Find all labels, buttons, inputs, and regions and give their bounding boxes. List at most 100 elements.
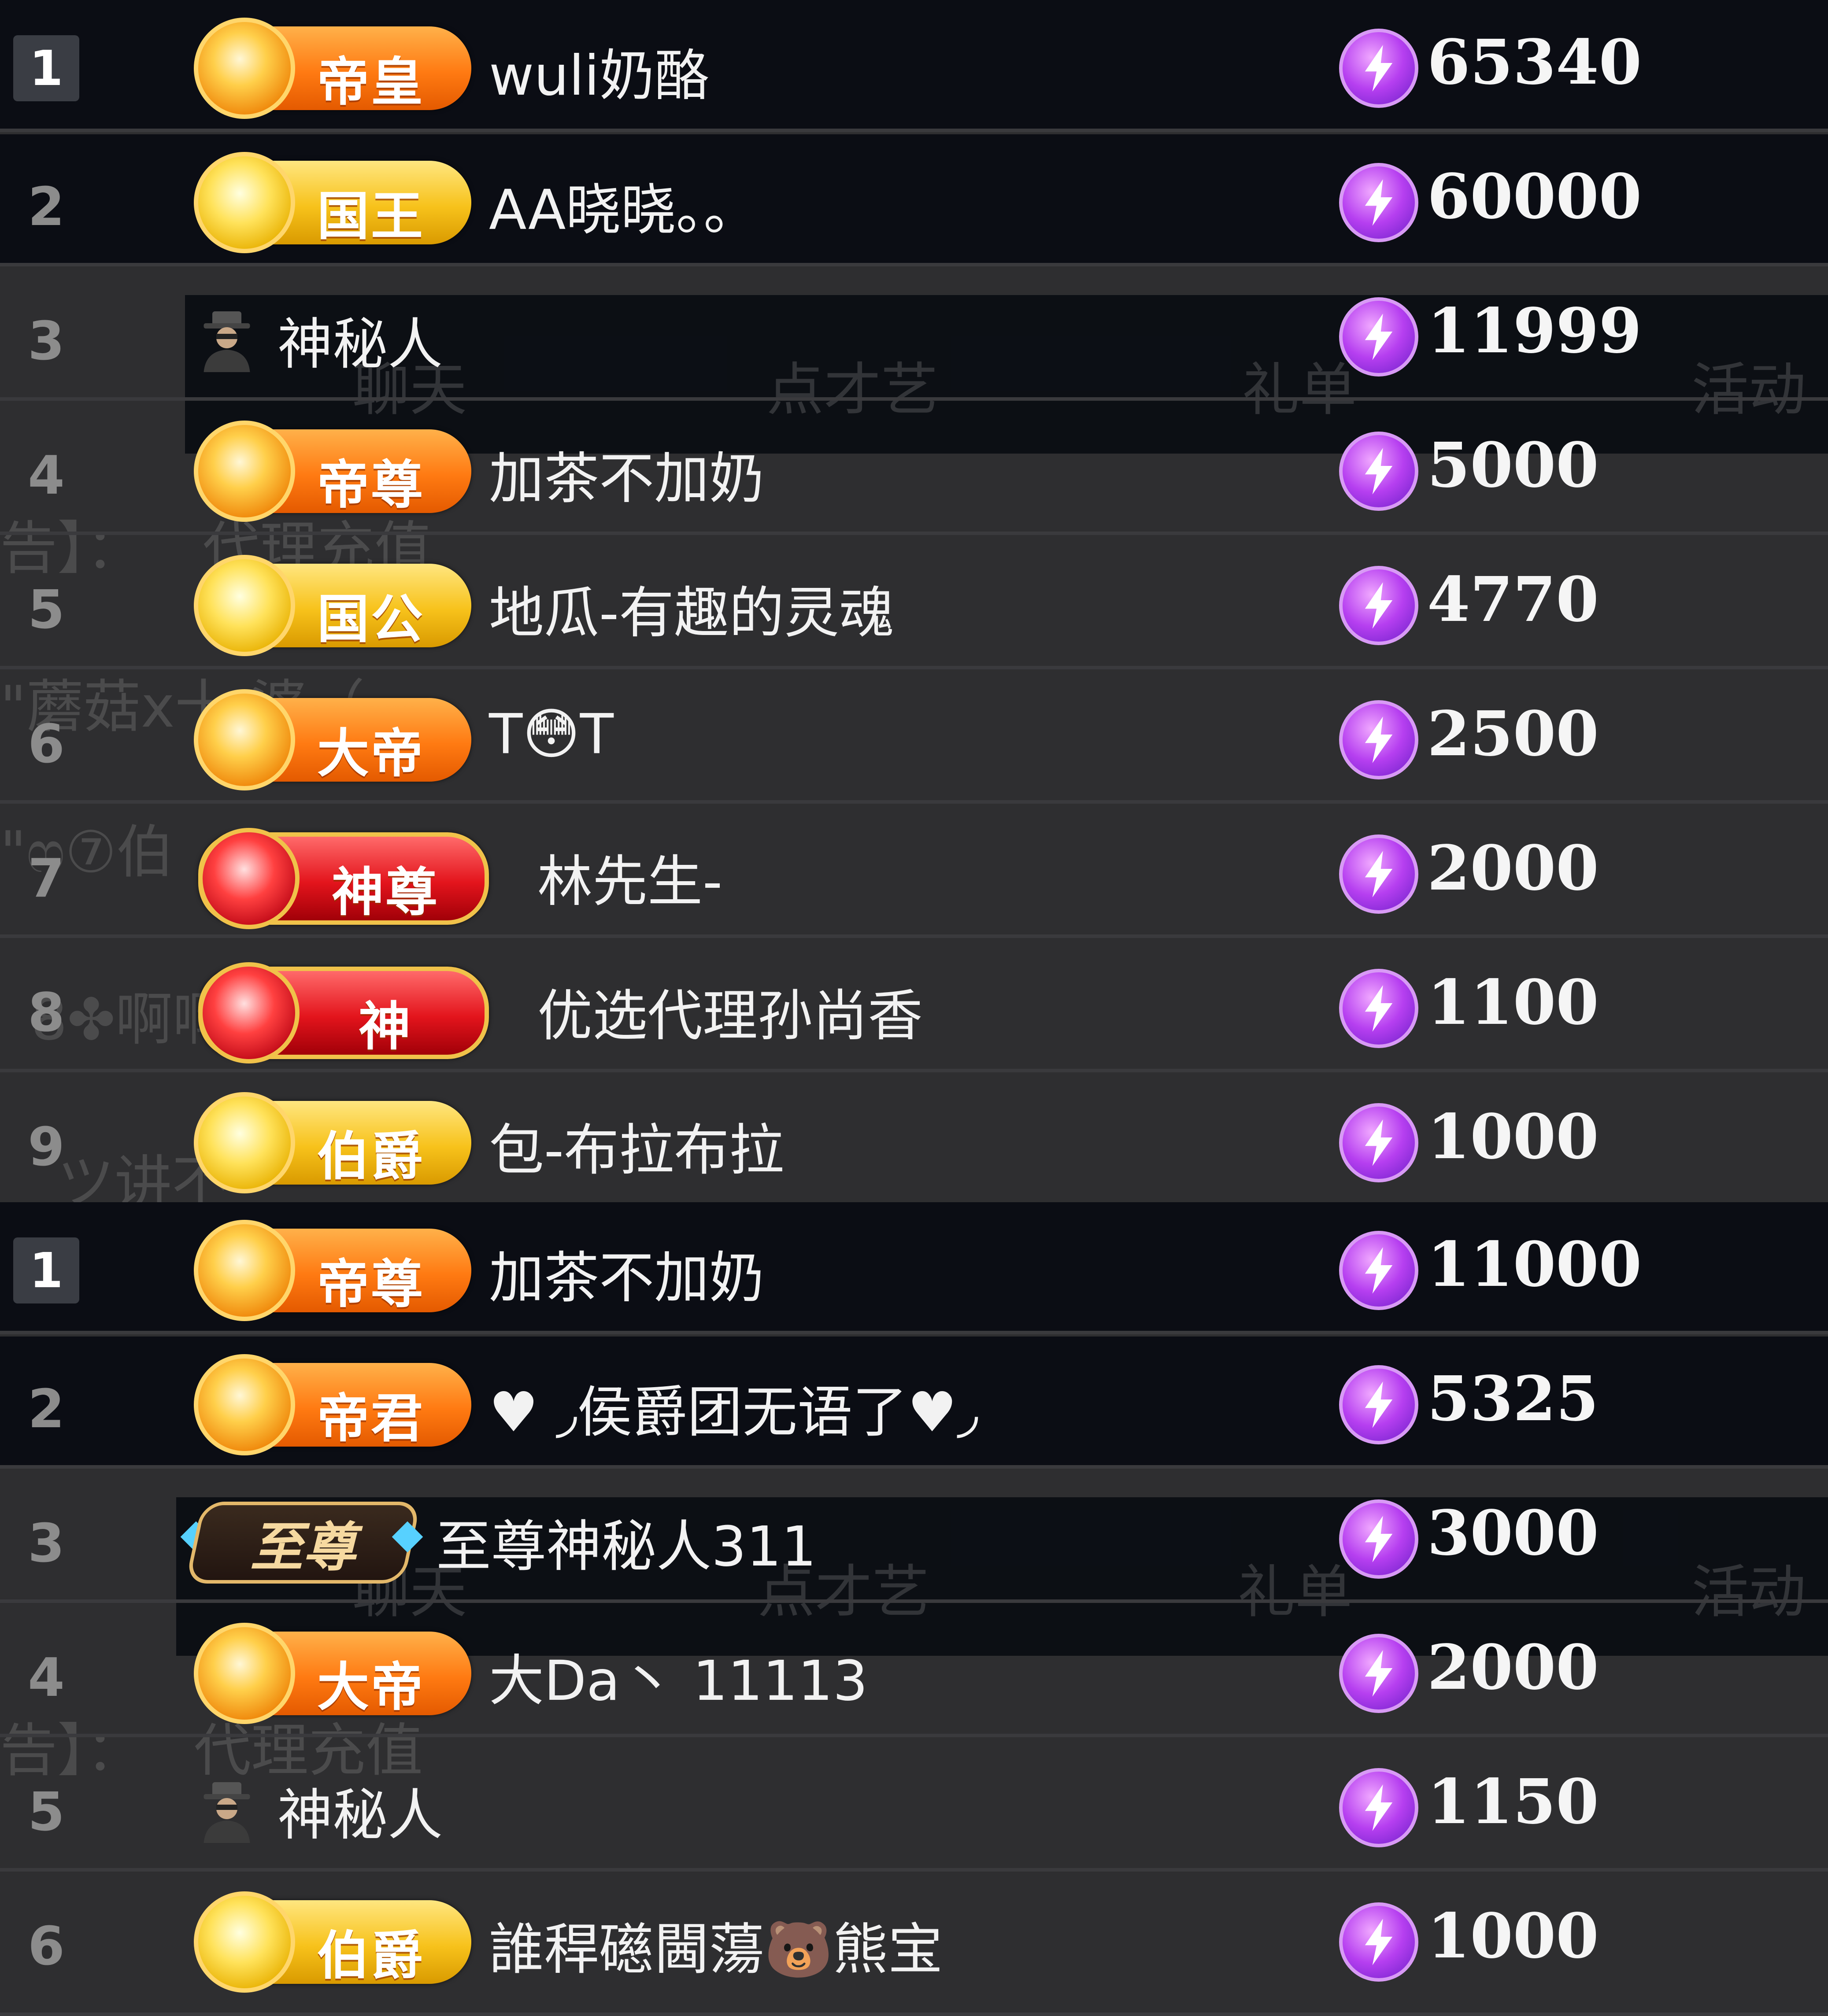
leaderboard-row[interactable]: 3 至尊 至尊神秘人311 3000 <box>0 1471 1828 1603</box>
user-name[interactable]: 神秘人 <box>278 299 443 379</box>
badge-crest-icon <box>194 1354 295 1455</box>
badge-crest-icon <box>194 555 295 656</box>
badge-crest-icon <box>198 828 300 929</box>
leaderboard-row[interactable]: 8 神 优选代理孙尚香 1100 <box>0 940 1828 1072</box>
score-value: 5000 <box>1427 429 1599 502</box>
score-value: 4770 <box>1427 564 1599 636</box>
badge-crest-icon <box>194 1623 295 1724</box>
leaderboard-row[interactable]: 9 伯爵 包-布拉布拉 1000 <box>0 1074 1828 1207</box>
leaderboard-row[interactable]: 1 帝皇 wuli奶酪 65340 <box>0 0 1828 132</box>
badge-crest-icon <box>194 18 295 119</box>
score-value: 2000 <box>1427 1632 1599 1704</box>
user-name[interactable]: 加茶不加奶 <box>489 1233 764 1313</box>
lightning-coin-icon <box>1339 1634 1418 1713</box>
rank-badge: 帝尊 <box>194 421 471 522</box>
rank-badge: 帝君 <box>194 1354 471 1455</box>
rank-badge: 伯爵 <box>194 1092 471 1193</box>
rank-badge: 伯爵 <box>194 1891 471 1993</box>
leaderboard-overlay: 聊天 点才艺 礼单 活动 告】： 代理充值 "蘑菇x十 婆（ "ෆ⑦伯 8✤啊啊… <box>0 0 1828 2016</box>
leaderboard-row[interactable]: 7 神尊 林先生- 2000 <box>0 806 1828 938</box>
user-name[interactable]: 誰稈礠閪蕩🐻熊宝 <box>489 1905 943 1984</box>
rank-number: 7 <box>28 848 65 909</box>
badge-label: 帝尊 <box>317 1254 425 1314</box>
badge-label: 大帝 <box>317 723 425 784</box>
badge-label: 国公 <box>317 589 425 650</box>
user-name[interactable]: 大Da丶 11113 <box>489 1636 868 1716</box>
leaderboard-row[interactable]: 2 国王 AA晓晓。。 60000 <box>0 134 1828 266</box>
leaderboard-row[interactable]: 4 帝尊 加茶不加奶 5000 <box>0 403 1828 535</box>
rank-number: 5 <box>28 579 65 641</box>
rank-badge: 国公 <box>194 555 471 656</box>
leaderboard-row[interactable]: 4 大帝 大Da丶 11113 2000 <box>0 1605 1828 1737</box>
lightning-coin-icon <box>1339 1365 1418 1444</box>
user-name[interactable]: AA晓晓。。 <box>489 165 759 245</box>
badge-crest-icon <box>194 421 295 522</box>
rank-number: 2 <box>28 1378 65 1440</box>
rank-number: 6 <box>28 1916 65 1977</box>
score-value: 1100 <box>1427 967 1599 1039</box>
user-name[interactable]: wuli奶酪 <box>489 31 710 111</box>
rank-badge: 大帝 <box>194 689 471 790</box>
rank-number: 5 <box>28 1781 65 1843</box>
lightning-coin-icon <box>1339 297 1418 377</box>
badge-label: 帝君 <box>317 1388 425 1449</box>
lightning-coin-icon <box>1339 1499 1418 1579</box>
badge-crest-icon <box>194 1220 295 1321</box>
leaderboard-row[interactable]: 1 帝尊 加茶不加奶 11000 <box>0 1202 1828 1334</box>
rank-badge: 神 <box>198 962 489 1063</box>
leaderboard-row[interactable]: 6 大帝 T😳T 2500 <box>0 672 1828 804</box>
score-value: 65340 <box>1427 26 1642 99</box>
user-name[interactable]: T😳T <box>489 702 614 766</box>
score-value: 11000 <box>1427 1229 1642 1301</box>
lightning-coin-icon <box>1339 969 1418 1048</box>
lightning-coin-icon <box>1339 1902 1418 1982</box>
rank-badge: 国王 <box>194 152 471 253</box>
rank-badge: 帝尊 <box>194 1220 471 1321</box>
leaderboard-row[interactable]: 3 神秘人 11999 <box>0 269 1828 401</box>
supreme-badge: 至尊 <box>185 1502 421 1584</box>
mystery-user-icon <box>194 1777 260 1843</box>
lightning-coin-icon <box>1339 1768 1418 1847</box>
user-name[interactable]: 神秘人 <box>278 1770 443 1850</box>
lightning-coin-icon <box>1339 163 1418 242</box>
badge-label: 神 <box>358 996 412 1057</box>
badge-label: 伯爵 <box>317 1925 425 1986</box>
user-name[interactable]: 优选代理孙尚香 <box>537 971 923 1051</box>
lightning-coin-icon <box>1339 566 1418 645</box>
score-value: 60000 <box>1427 161 1642 233</box>
badge-label: 国王 <box>317 186 425 247</box>
score-value: 1000 <box>1427 1101 1599 1173</box>
badge-label: 帝皇 <box>317 52 425 112</box>
badge-label: 伯爵 <box>317 1126 425 1187</box>
rank-badge: 神尊 <box>198 828 489 929</box>
badge-crest-icon <box>194 689 295 790</box>
user-name[interactable]: 至尊神秘人311 <box>436 1502 817 1581</box>
rank-number: 6 <box>28 713 65 775</box>
score-value: 3000 <box>1427 1497 1599 1569</box>
rank-number: 1 <box>13 1237 79 1303</box>
user-name[interactable]: 包-布拉布拉 <box>489 1105 784 1185</box>
leaderboard-row[interactable]: 6 伯爵 誰稈礠閪蕩🐻熊宝 1000 <box>0 1874 1828 2016</box>
badge-label: 帝尊 <box>317 454 425 515</box>
rank-number: 3 <box>28 1513 65 1574</box>
rank-number: 9 <box>28 1116 65 1178</box>
score-value: 1150 <box>1427 1766 1599 1838</box>
lightning-coin-icon <box>1339 834 1418 914</box>
leaderboard-row[interactable]: 2 帝君 ♥ ◞侯爵团无语了♥◞ 5325 <box>0 1337 1828 1469</box>
user-name[interactable]: 加茶不加奶 <box>489 434 764 513</box>
user-name[interactable]: 地瓜-有趣的灵魂 <box>489 568 894 648</box>
score-value: 1000 <box>1427 1900 1599 1972</box>
rank-number: 4 <box>28 1647 65 1709</box>
badge-crest-icon <box>194 152 295 253</box>
user-name[interactable]: 林先生- <box>537 837 722 916</box>
rank-badge: 大帝 <box>194 1623 471 1724</box>
badge-label: 至尊 <box>250 1517 356 1578</box>
badge-crest-icon <box>198 962 300 1063</box>
lightning-coin-icon <box>1339 1231 1418 1310</box>
score-value: 5325 <box>1427 1363 1599 1435</box>
mystery-user-icon <box>194 306 260 372</box>
user-name[interactable]: ♥ ◞侯爵团无语了♥◞ <box>489 1367 978 1447</box>
leaderboard-row[interactable]: 5 国公 地瓜-有趣的灵魂 4770 <box>0 537 1828 669</box>
lightning-coin-icon <box>1339 432 1418 511</box>
leaderboard-row[interactable]: 5 神秘人 1150 <box>0 1739 1828 1872</box>
